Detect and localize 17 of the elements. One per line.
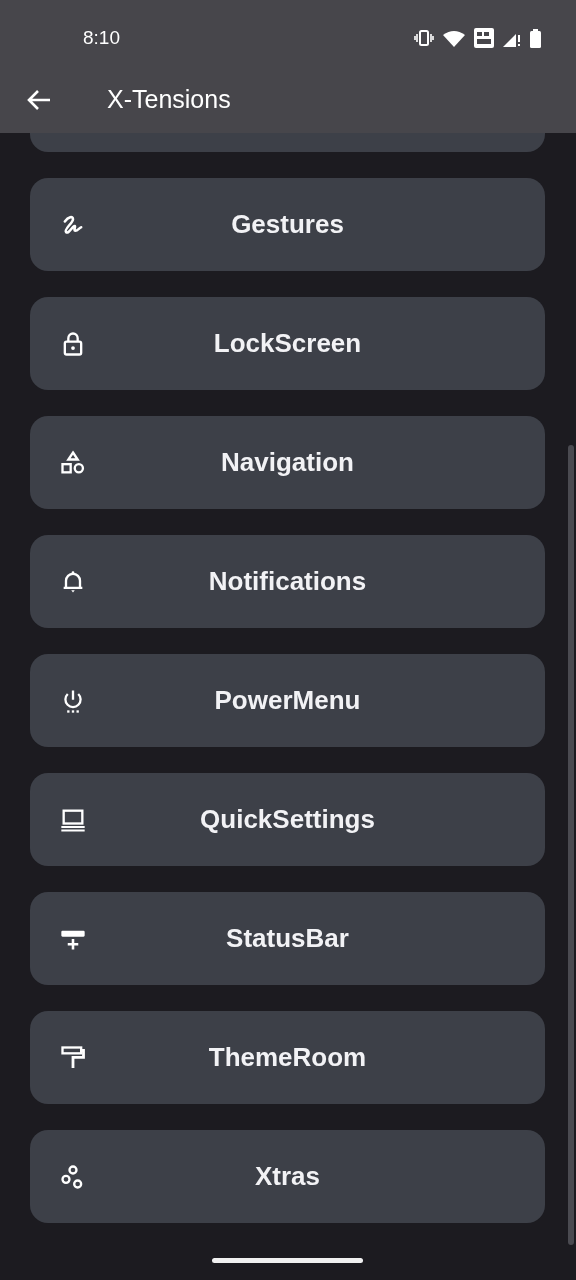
volte-icon [474,28,494,48]
vibrate-icon [414,29,434,47]
status-time: 8:10 [83,27,120,49]
menu-item[interactable]: Xtras [30,1130,545,1223]
menu-item[interactable]: Navigation [30,416,545,509]
menu-item[interactable]: StatusBar [30,892,545,985]
menu-item[interactable]: LockScreen [30,297,545,390]
back-button[interactable] [26,88,52,111]
shapes-icon [59,449,87,477]
menu-item[interactable]: QuickSettings [30,773,545,866]
battery-icon [530,28,541,48]
menu-item[interactable]: ThemeRoom [30,1011,545,1104]
menu-item[interactable]: Gestures [30,178,545,271]
menu-item[interactable]: Notifications [30,535,545,628]
menu-item[interactable]: PowerMenu [30,654,545,747]
screen-title: X-Tensions [107,85,231,114]
wifi-icon [443,29,465,47]
